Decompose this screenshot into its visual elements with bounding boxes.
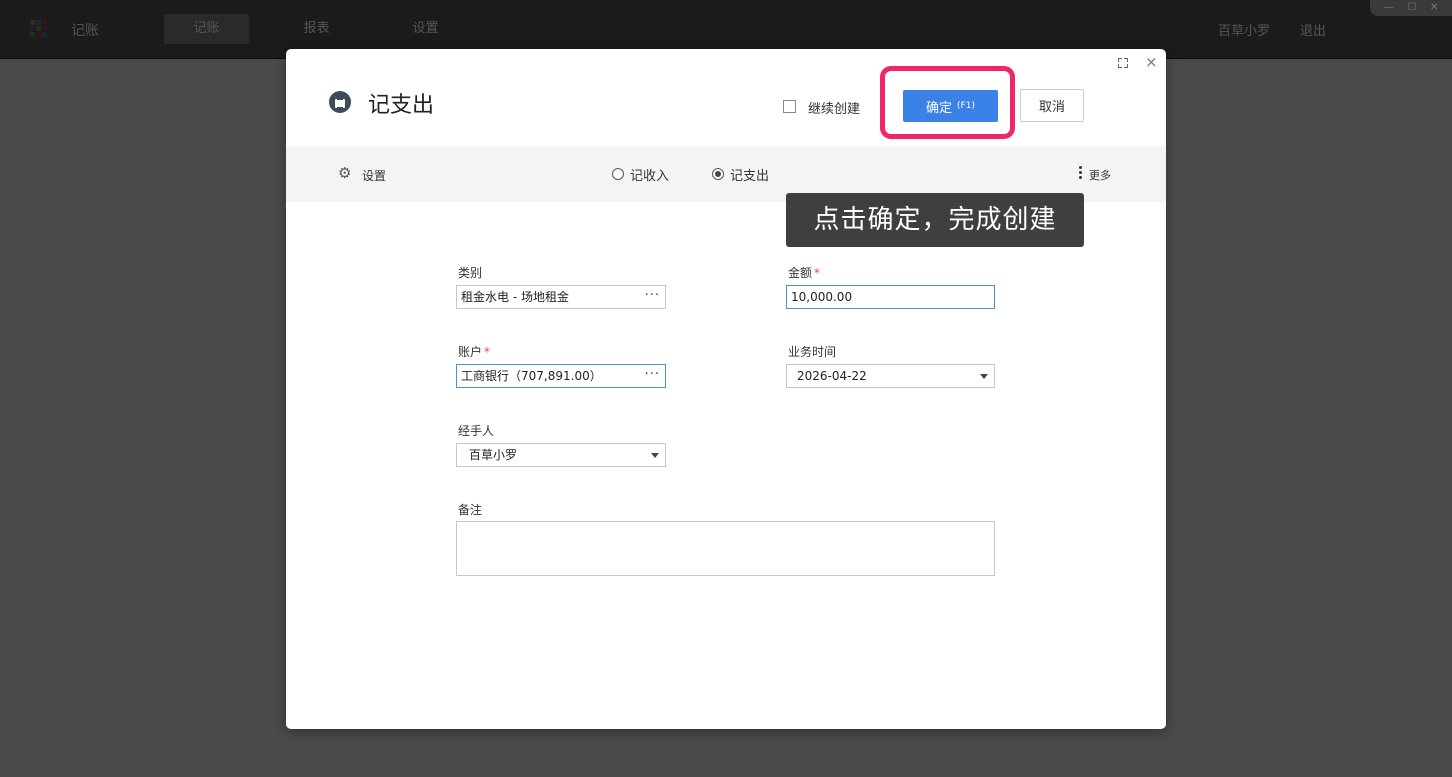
handler-select[interactable]: 百草小罗 — [456, 443, 666, 467]
continue-create-label[interactable]: 继续创建 — [808, 98, 860, 117]
account-label: 账户 * — [458, 345, 491, 359]
amount-value: 10,000.00 — [791, 290, 853, 304]
confirm-button-label: 确定 — [926, 100, 953, 116]
required-marker: * — [814, 266, 821, 280]
required-marker: * — [484, 345, 491, 359]
category-value: 租金水电 - 场地租金 — [461, 290, 569, 304]
app-logo-icon — [30, 20, 48, 38]
category-label: 类别 — [458, 266, 483, 280]
gear-icon[interactable]: ⚙ — [338, 166, 351, 181]
ellipsis-icon[interactable]: ··· — [645, 285, 660, 307]
account-value: 工商银行（707,891.00） — [461, 369, 602, 383]
amount-label: 金额 * — [788, 266, 821, 280]
hint-tooltip: 点击确定，完成创建 — [786, 193, 1084, 247]
ledger-icon — [329, 91, 351, 113]
dropdown-arrow-icon — [980, 374, 988, 379]
tab-report[interactable]: 报表 — [274, 14, 359, 44]
handler-value: 百草小罗 — [469, 448, 518, 462]
user-name[interactable]: 百草小罗 — [1218, 20, 1270, 39]
settings-label[interactable]: 设置 — [362, 167, 386, 184]
account-field[interactable]: 工商银行（707,891.00） ··· — [456, 364, 666, 388]
radio-income-label[interactable]: 记收入 — [630, 165, 669, 184]
dropdown-arrow-icon — [651, 453, 659, 458]
confirm-hotkey: (F1) — [957, 101, 975, 111]
handler-label: 经手人 — [458, 424, 495, 438]
fullscreen-icon[interactable] — [1118, 58, 1128, 68]
continue-create-checkbox[interactable] — [783, 100, 796, 113]
ellipsis-icon[interactable]: ··· — [645, 364, 660, 386]
tab-settings[interactable]: 设置 — [383, 14, 468, 44]
minimize-icon[interactable]: — — [1384, 3, 1394, 13]
radio-expense[interactable] — [712, 168, 724, 180]
maximize-icon[interactable]: ☐ — [1407, 3, 1416, 13]
business-time-label: 业务时间 — [788, 345, 837, 359]
expense-dialog: 记支出 × 继续创建 确定 (F1) 取消 ⚙ 设置 记收入 记支出 更多 点击… — [286, 49, 1166, 729]
dialog-title: 记支出 — [368, 93, 435, 118]
close-icon[interactable]: × — [1145, 55, 1158, 70]
cancel-button[interactable]: 取消 — [1020, 89, 1084, 122]
remark-label: 备注 — [458, 503, 483, 517]
logout-link[interactable]: 退出 — [1300, 20, 1326, 39]
window-close-icon[interactable]: ✕ — [1430, 3, 1438, 13]
window-controls: — ☐ ✕ — [1370, 0, 1452, 16]
amount-input[interactable]: 10,000.00 — [786, 285, 995, 309]
business-time-select[interactable]: 2026-04-22 — [786, 364, 995, 388]
category-field[interactable]: 租金水电 - 场地租金 ··· — [456, 285, 666, 309]
more-vertical-icon[interactable] — [1079, 166, 1082, 179]
business-time-value: 2026-04-22 — [797, 369, 867, 383]
radio-expense-label[interactable]: 记支出 — [730, 165, 769, 184]
radio-income[interactable] — [612, 168, 624, 180]
more-label[interactable]: 更多 — [1089, 167, 1111, 183]
confirm-button[interactable]: 确定 (F1) — [903, 90, 998, 122]
remark-textarea[interactable] — [456, 521, 995, 576]
tab-record[interactable]: 记账 — [164, 14, 249, 44]
app-name: 记账 — [71, 23, 99, 39]
